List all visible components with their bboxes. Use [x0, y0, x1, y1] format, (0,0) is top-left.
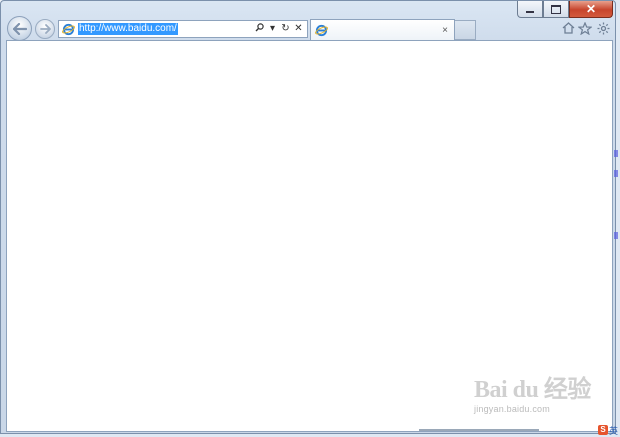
- baidu-jingyan-watermark: Bai du 经验 jingyan.baidu.com: [474, 378, 591, 414]
- forward-arrow-icon: [39, 24, 51, 34]
- browser-window: ✕ http://www.baidu.com/ ▾ ↻ ✕ ×: [0, 0, 616, 434]
- address-bar-tools: ▾ ↻ ✕: [254, 22, 307, 36]
- forward-button[interactable]: [35, 19, 55, 39]
- ie-logo-icon: [62, 23, 75, 35]
- page-content-area[interactable]: [6, 40, 613, 432]
- search-icon[interactable]: [254, 22, 265, 36]
- minimize-button[interactable]: [517, 1, 543, 18]
- url-text[interactable]: http://www.baidu.com/: [78, 23, 178, 35]
- new-tab-button[interactable]: [455, 20, 476, 40]
- maximize-icon: [551, 4, 561, 14]
- favorites-button[interactable]: [578, 21, 592, 35]
- refresh-icon[interactable]: ↻: [280, 23, 291, 35]
- gear-icon: [597, 22, 609, 34]
- address-bar[interactable]: http://www.baidu.com/ ▾ ↻ ✕: [58, 20, 308, 38]
- watermark-logo: Bai du 经验: [474, 377, 591, 403]
- back-button[interactable]: [7, 16, 32, 41]
- ie-logo-icon: [315, 24, 328, 36]
- star-icon: [578, 21, 592, 35]
- home-icon: [562, 22, 574, 34]
- stop-icon[interactable]: ✕: [293, 23, 304, 35]
- window-caption-buttons: ✕: [517, 1, 613, 18]
- close-icon: ✕: [585, 2, 597, 16]
- maximize-button[interactable]: [543, 1, 569, 18]
- close-tab-icon[interactable]: ×: [439, 25, 451, 36]
- tab-active[interactable]: ×: [310, 19, 455, 40]
- chevron-down-icon[interactable]: ▾: [267, 23, 278, 35]
- back-arrow-icon: [12, 22, 27, 35]
- watermark-url: jingyan.baidu.com: [474, 404, 550, 414]
- input-method-label[interactable]: 英: [609, 424, 618, 437]
- input-method-icon[interactable]: S: [598, 425, 608, 435]
- minimize-icon: [526, 10, 534, 13]
- home-button[interactable]: [561, 21, 575, 35]
- horizontal-scrollbar-thumb[interactable]: [419, 429, 539, 431]
- tools-button[interactable]: [596, 21, 610, 35]
- close-window-button[interactable]: ✕: [569, 1, 613, 18]
